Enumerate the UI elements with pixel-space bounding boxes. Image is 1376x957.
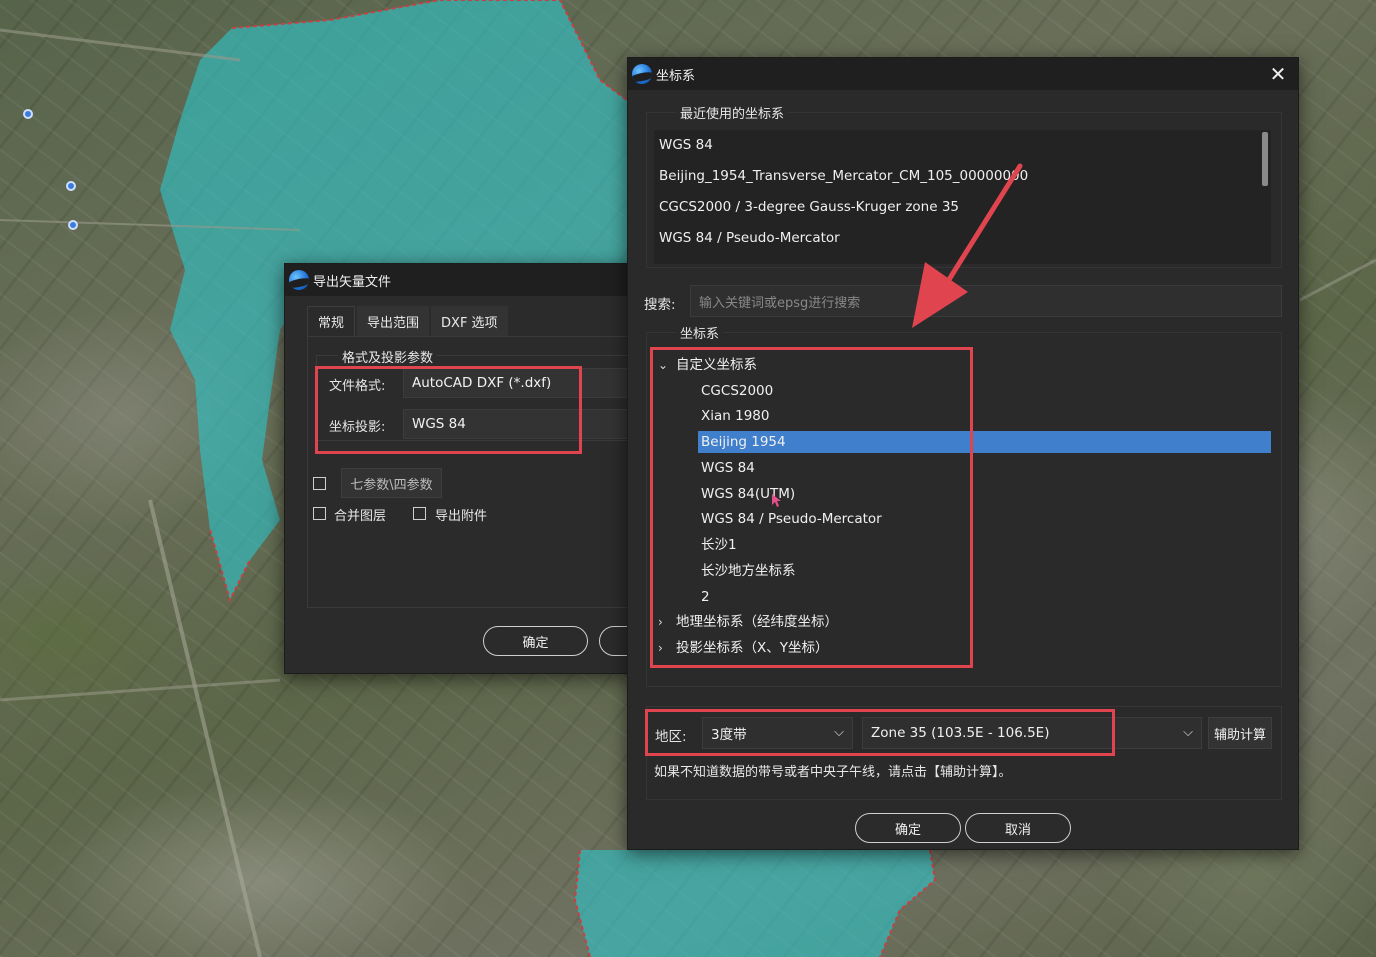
mouse-cursor-icon [772, 494, 781, 507]
annotation-arrow [912, 163, 1023, 328]
